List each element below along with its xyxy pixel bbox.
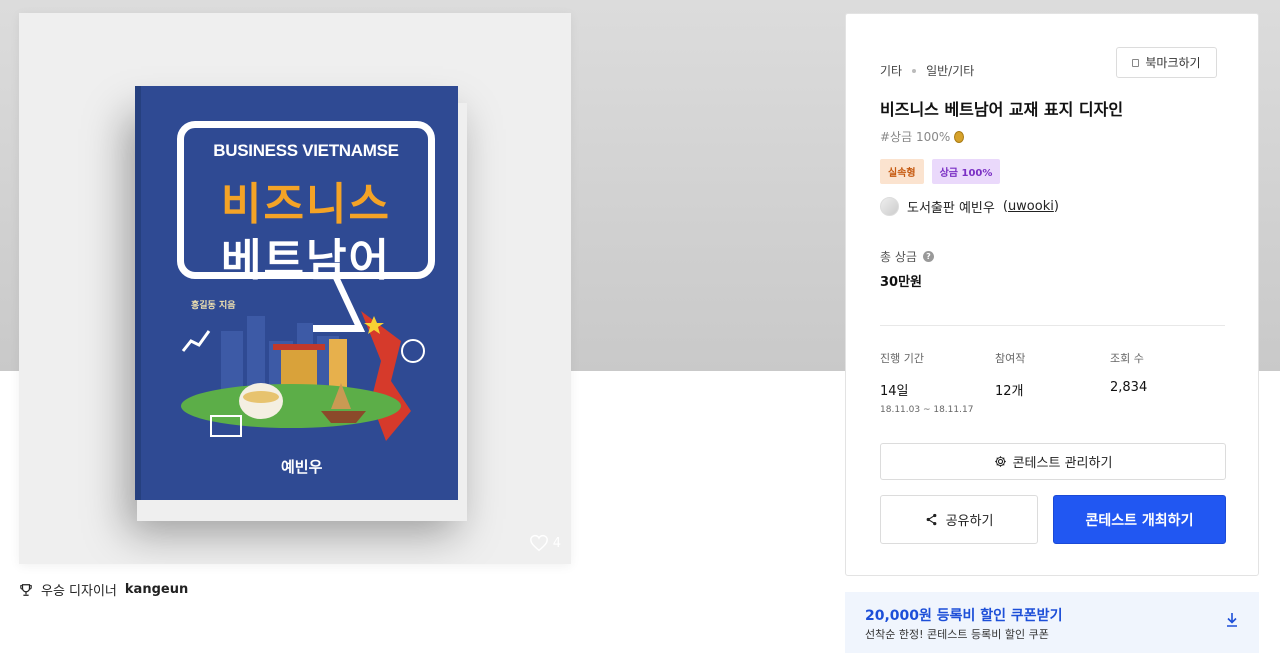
contest-image-card[interactable]: BUSINESS VIETNAMSE 비즈니스 베트남어 홍길동 지음 예빈우 — [19, 13, 571, 564]
share-icon — [926, 513, 936, 526]
download-icon — [1227, 613, 1237, 627]
participants-label: 참여작 — [995, 352, 1026, 365]
views-value: 2,834 — [1110, 380, 1148, 395]
badge-list: 실속형 상금 100% — [880, 159, 1001, 184]
coupon-banner[interactable]: 20,000원 등록비 할인 쿠폰받기 선착순 한정! 콘테스트 등록비 할인 … — [845, 592, 1259, 653]
host-contest-button[interactable]: 콘테스트 개최하기 — [1053, 495, 1226, 544]
trophy-icon — [20, 583, 32, 596]
like-button[interactable]: 4 — [529, 534, 561, 552]
manage-contest-button[interactable]: 콘테스트 관리하기 — [880, 443, 1226, 480]
total-prize-label: 총 상금 ? — [880, 248, 934, 265]
book-publisher: 예빈우 — [281, 458, 323, 476]
book-cover: BUSINESS VIETNAMSE 비즈니스 베트남어 홍길동 지음 예빈우 — [135, 86, 458, 500]
breadcrumb-separator — [912, 68, 917, 73]
host-avatar — [880, 197, 899, 216]
bookmark-icon — [1132, 58, 1140, 67]
period-range: 18.11.03 ~ 18.11.17 — [880, 405, 974, 415]
manage-label: 콘테스트 관리하기 — [1012, 456, 1113, 471]
host-name: 도서출판 예빈우 — [907, 201, 995, 216]
contest-info-panel: 기타 일반/기타 북마크하기 비즈니스 베트남어 교재 표지 디자인 #상금 1… — [845, 13, 1259, 576]
badge-practical: 실속형 — [880, 159, 924, 184]
total-prize-value: 30만원 — [880, 275, 923, 290]
breadcrumb-category[interactable]: 기타 — [880, 62, 902, 79]
stat-period: 진행 기간 14일 18.11.03 ~ 18.11.17 — [880, 350, 973, 415]
host-id-link[interactable]: uwooki — [1008, 199, 1054, 214]
coupon-headline: 20,000원 등록비 할인 쿠폰받기 — [865, 608, 1063, 624]
gear-icon — [994, 456, 1006, 467]
views-label: 조회 수 — [1110, 352, 1144, 365]
share-label: 공유하기 — [945, 514, 994, 529]
help-icon[interactable]: ? — [922, 251, 934, 262]
share-button[interactable]: 공유하기 — [880, 495, 1038, 544]
contest-title: 비즈니스 베트남어 교재 표지 디자인 — [880, 100, 1124, 119]
book-subtitle: BUSINESS VIETNAMSE — [213, 141, 399, 160]
heart-icon — [529, 534, 548, 552]
city-illustration — [181, 311, 425, 441]
host-info: 도서출판 예빈우 (uwooki) — [880, 197, 1059, 216]
breadcrumb: 기타 일반/기타 — [880, 62, 974, 79]
medal-icon — [954, 130, 965, 143]
participants-value: 12개 — [995, 384, 1024, 399]
stat-views: 조회 수 2,834 — [1110, 350, 1147, 395]
breadcrumb-subcategory[interactable]: 일반/기타 — [926, 62, 974, 79]
tagline-text: #상금 100% — [880, 130, 951, 144]
coupon-subtext: 선착순 한정! 콘테스트 등록비 할인 쿠폰 — [865, 628, 1049, 641]
book-author: 홍길동 지음 — [191, 301, 236, 311]
bookmark-label: 북마크하기 — [1145, 56, 1201, 70]
bookmark-button[interactable]: 북마크하기 — [1116, 47, 1217, 78]
prize-label-text: 총 상금 — [880, 250, 917, 264]
period-value: 14일 — [880, 384, 909, 399]
divider — [880, 325, 1225, 326]
contest-tagline: #상금 100% — [880, 128, 965, 145]
like-count: 4 — [552, 535, 561, 551]
book-title-line2: 베트남어 — [221, 235, 391, 286]
winner-name[interactable]: kangeun — [125, 582, 188, 597]
badge-prize: 상금 100% — [931, 159, 1001, 184]
stat-participants: 참여작 12개 — [995, 350, 1025, 399]
period-label: 진행 기간 — [880, 352, 924, 365]
winner-label: 우승 디자이너 — [41, 584, 117, 599]
book-title-line1: 비즈니스 — [221, 179, 391, 230]
winner-designer: 우승 디자이너 kangeun — [19, 580, 188, 599]
